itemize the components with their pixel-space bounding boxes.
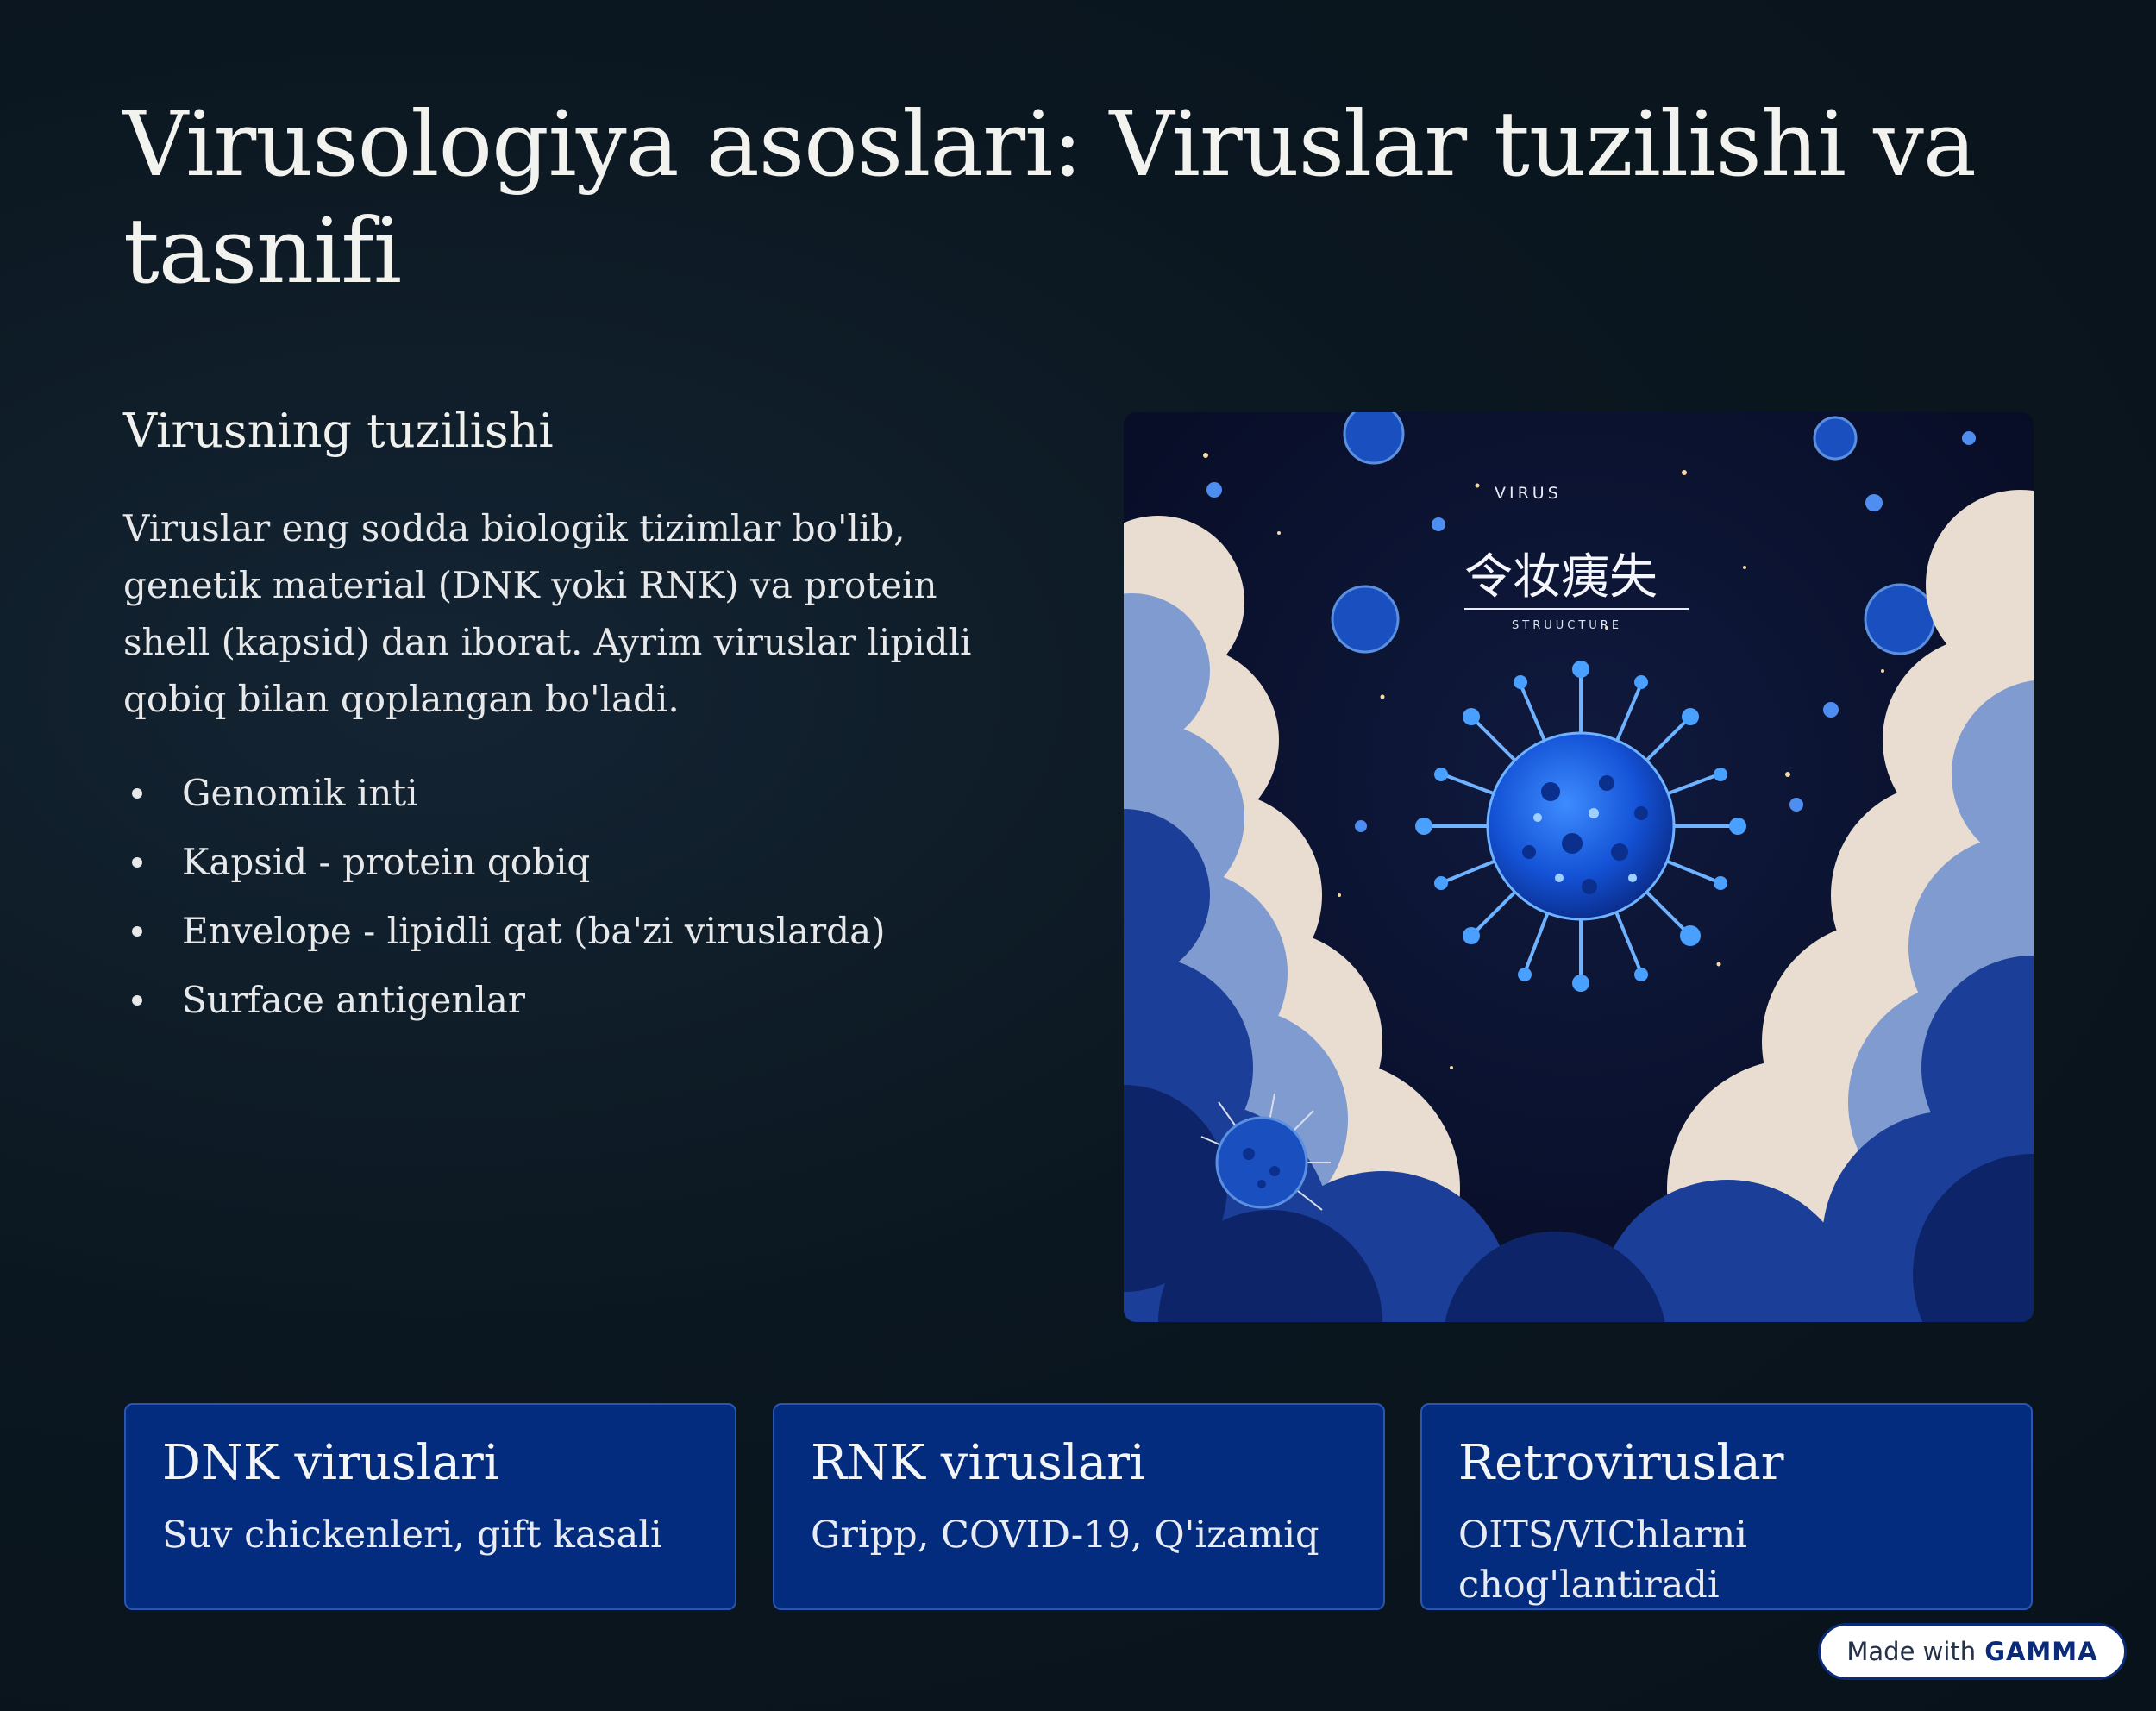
virus-type-cards: DNK viruslari Suv chickenleri, gift kasa… (124, 1403, 2033, 1610)
structure-bullet-list: Genomik inti Kapsid - protein qobiq Enve… (123, 759, 1020, 1035)
card-text: Suv chickenleri, gift kasali (162, 1514, 662, 1557)
bullet-text: Genomik inti (182, 772, 418, 814)
section-heading: Virusning tuzilishi (123, 404, 554, 458)
bullet-text: Envelope - lipidli qat (ba'zi viruslarda… (182, 910, 886, 952)
gamma-logo: GAMMA (1984, 1637, 2098, 1666)
illustration-label-top: VIRUS (1495, 484, 1562, 503)
bullet-dot-icon (132, 995, 142, 1006)
card-text: Gripp, COVID-19, Q'izamiq (811, 1514, 1319, 1557)
bullet-item: Genomik inti (123, 759, 1020, 828)
card-title: Retroviruslar (1458, 1435, 1784, 1491)
illustration-label-sub: STRUUCTURE (1512, 619, 1622, 632)
illustration-label-glyphs: 令妆痍失 (1464, 549, 1658, 605)
bullet-dot-icon (132, 788, 142, 799)
virus-illustration: VIRUS 令妆痍失 STRUUCTURE (1124, 412, 2034, 1322)
badge-prefix: Made with (1846, 1637, 1977, 1666)
bullet-text: Surface antigenlar (182, 979, 525, 1021)
bullet-item: Surface antigenlar (123, 966, 1020, 1035)
bullet-item: Kapsid - protein qobiq (123, 828, 1020, 897)
card-title: RNK viruslari (811, 1435, 1145, 1491)
bullet-dot-icon (132, 926, 142, 937)
bullet-item: Envelope - lipidli qat (ba'zi viruslarda… (123, 897, 1020, 966)
bullet-text: Kapsid - protein qobiq (182, 841, 591, 883)
card-title: DNK viruslari (162, 1435, 499, 1491)
made-with-gamma-badge[interactable]: Made with GAMMA (1818, 1623, 2127, 1680)
card-dnk-viruslari: DNK viruslari Suv chickenleri, gift kasa… (124, 1403, 736, 1610)
card-retroviruslar: Retroviruslar OITS/VIChlarni chog'lantir… (1420, 1403, 2033, 1610)
bullet-dot-icon (132, 857, 142, 868)
virus-illustration-art: VIRUS 令妆痍失 STRUUCTURE (1124, 412, 2034, 1322)
section-body-text: Viruslar eng sodda biologik tizimlar bo'… (123, 507, 972, 720)
slide-title: Virusologiya asoslari: Viruslar tuzilish… (123, 91, 1977, 304)
card-text: OITS/VIChlarni chog'lantiradi (1458, 1514, 1747, 1607)
card-rnk-viruslari: RNK viruslari Gripp, COVID-19, Q'izamiq (773, 1403, 1385, 1610)
